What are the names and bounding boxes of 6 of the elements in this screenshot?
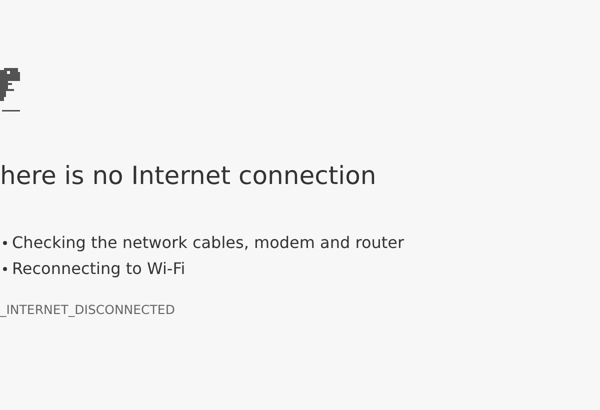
suggestion-text: Reconnecting to Wi-Fi <box>12 258 186 280</box>
error-code: _INTERNET_DISCONNECTED <box>0 302 176 317</box>
bullet-icon <box>3 241 7 245</box>
suggestion-text: Checking the network cables, modem and router <box>12 232 404 254</box>
error-heading: here is no Internet connection <box>0 160 378 192</box>
bullet-icon <box>3 267 7 271</box>
